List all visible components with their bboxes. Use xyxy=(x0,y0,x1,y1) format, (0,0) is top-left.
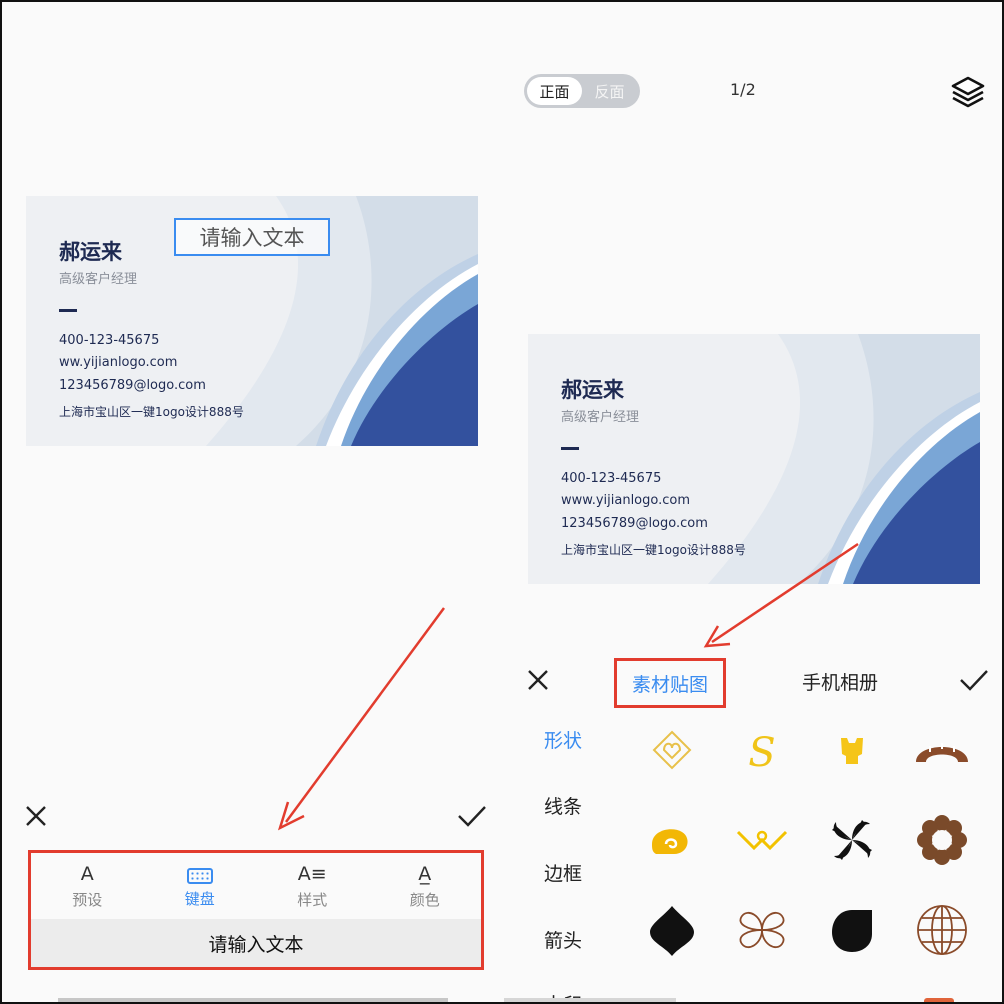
close-icon[interactable] xyxy=(524,666,552,694)
yellow-crown-cup-icon[interactable] xyxy=(822,720,882,780)
brown-flower-icon[interactable] xyxy=(912,810,972,870)
black-leaf-drop-icon[interactable] xyxy=(822,900,882,960)
close-icon[interactable] xyxy=(22,802,50,830)
tab-preset-label: 预设 xyxy=(72,890,103,909)
brown-arch-icon[interactable] xyxy=(912,720,972,780)
tab-keyboard[interactable]: 键盘 xyxy=(144,853,257,919)
card-address[interactable]: 上海市宝山区一键1ogo设计888号 xyxy=(59,403,244,420)
tab-sticker-materials[interactable]: 素材贴图 xyxy=(614,658,726,708)
text-toolbar-tabs: A 预设 键盘 A≡ 样式 A̲ 颜色 xyxy=(31,853,481,919)
category-line[interactable]: 线条 xyxy=(544,792,582,819)
tab-style-label: 样式 xyxy=(297,890,328,909)
tab-style[interactable]: A≡ 样式 xyxy=(256,853,369,919)
keyboard-icon xyxy=(186,867,213,884)
card-side-toggle[interactable]: 正面 反面 xyxy=(524,74,640,108)
text-toolbar-highlight: A 预设 键盘 A≡ 样式 A̲ 颜色 请输入文本 xyxy=(28,850,484,970)
page-indicator: 1/2 xyxy=(730,80,756,99)
tab-phone-album[interactable]: 手机相册 xyxy=(802,668,878,695)
tab-color-label: 颜色 xyxy=(409,890,440,909)
card-phone[interactable]: 400-123-45675 xyxy=(59,333,159,348)
category-arrow[interactable]: 箭头 xyxy=(544,926,582,953)
card-divider xyxy=(561,447,579,450)
keyboard-top-edge xyxy=(58,998,448,1002)
svg-text:S: S xyxy=(748,730,775,776)
card-name[interactable]: 郝运来 xyxy=(561,374,624,404)
confirm-check-icon[interactable] xyxy=(456,802,488,830)
tab-color[interactable]: A̲ 颜色 xyxy=(369,853,482,919)
screenshot-frame: 郝运来 高级客户经理 400-123-45675 ww.yijianlogo.c… xyxy=(0,0,1004,1004)
text-color-icon: A̲ xyxy=(418,862,432,885)
black-pinwheel-icon[interactable] xyxy=(822,810,882,870)
card-website[interactable]: ww.yijianlogo.com xyxy=(59,355,177,370)
card-website[interactable]: www.yijianlogo.com xyxy=(561,493,690,508)
right-editor-pane: 正面 反面 1/2 郝运来 高级客户经理 400-123-45675 www.y… xyxy=(504,2,1002,1002)
yellow-ribbon-v-icon[interactable] xyxy=(732,810,792,870)
card-name[interactable]: 郝运来 xyxy=(59,236,122,266)
tab-preset[interactable]: A 预设 xyxy=(31,853,144,919)
card-email[interactable]: 123456789@logo.com xyxy=(561,516,708,531)
card-job-title[interactable]: 高级客户经理 xyxy=(59,268,137,287)
selected-text-box[interactable]: 请输入文本 xyxy=(174,218,330,256)
toggle-front[interactable]: 正面 xyxy=(527,77,582,105)
tab-keyboard-label: 键盘 xyxy=(184,889,215,908)
business-card-left[interactable]: 郝运来 高级客户经理 400-123-45675 ww.yijianlogo.c… xyxy=(26,196,478,446)
black-drop-diamond-icon[interactable] xyxy=(642,900,702,960)
card-email[interactable]: 123456789@logo.com xyxy=(59,378,206,393)
text-input-field[interactable]: 请输入文本 xyxy=(31,919,481,967)
card-phone[interactable]: 400-123-45675 xyxy=(561,471,661,486)
yellow-swirl-cloud-icon[interactable] xyxy=(642,810,702,870)
left-editor-pane: 郝运来 高级客户经理 400-123-45675 ww.yijianlogo.c… xyxy=(2,2,504,1002)
confirm-check-icon[interactable] xyxy=(958,666,990,694)
card-divider xyxy=(59,309,77,312)
font-a-icon: A xyxy=(80,862,94,885)
category-border[interactable]: 边框 xyxy=(544,859,582,886)
letter-s-gold-icon[interactable]: S xyxy=(732,720,792,780)
brown-four-petal-outline-icon[interactable] xyxy=(732,900,792,960)
card-address[interactable]: 上海市宝山区一键1ogo设计888号 xyxy=(561,541,746,558)
toggle-back[interactable]: 反面 xyxy=(582,77,637,105)
bottom-edge-strip xyxy=(504,998,676,1002)
partial-sticker-icon[interactable] xyxy=(924,998,954,1002)
layers-icon[interactable] xyxy=(950,74,986,110)
diamond-heart-outline-icon[interactable] xyxy=(642,720,702,780)
category-shape[interactable]: 形状 xyxy=(544,726,582,753)
text-style-icon: A≡ xyxy=(297,862,327,885)
brown-globe-grid-icon[interactable] xyxy=(912,900,972,960)
card-job-title[interactable]: 高级客户经理 xyxy=(561,406,639,425)
business-card-right[interactable]: 郝运来 高级客户经理 400-123-45675 www.yijianlogo.… xyxy=(528,334,980,584)
